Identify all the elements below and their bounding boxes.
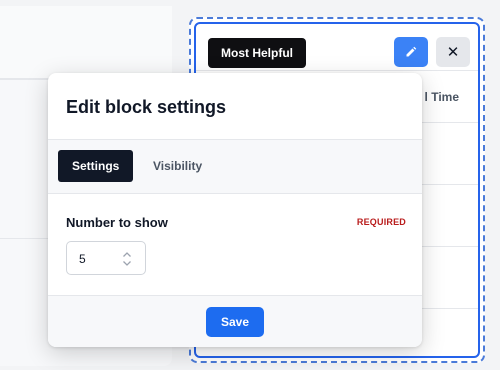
background-card-header [0,6,172,79]
modal-footer: Save [48,295,422,347]
number-to-show-value: 5 [79,252,86,266]
save-button[interactable]: Save [206,307,264,337]
column-header: l Time [424,90,459,104]
number-to-show-input[interactable]: 5 [66,241,146,275]
tab-visibility[interactable]: Visibility [153,159,202,173]
tab-settings[interactable]: Settings [58,150,134,182]
close-icon: ✕ [446,44,460,61]
pencil-icon [406,46,417,57]
required-badge: REQUIRED [356,217,406,227]
modal-tabs: Settings Visibility [48,140,422,194]
remove-block-button[interactable]: ✕ [436,37,470,67]
edit-block-button[interactable] [394,37,428,67]
modal-title: Edit block settings [66,97,227,117]
edit-block-settings-modal: Edit block settings Settings Visibility … [48,73,422,347]
number-stepper[interactable] [122,252,132,266]
chevron-up-icon[interactable] [123,252,131,257]
number-to-show-label: Number to show [66,215,168,230]
block-type-badge: Most Helpful [208,38,306,68]
row-divider [196,70,478,71]
chevron-down-icon[interactable] [123,261,131,266]
